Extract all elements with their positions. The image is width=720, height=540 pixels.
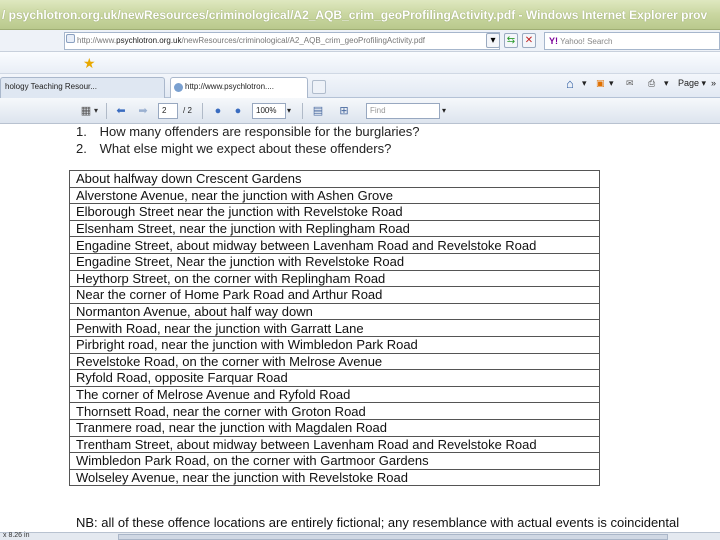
url-domain: psychlotron.org.uk — [116, 36, 182, 45]
location-cell: Alverstone Avenue, near the junction wit… — [69, 186, 600, 205]
zoom-select[interactable]: 100% — [252, 103, 286, 119]
home-icon[interactable]: ⌂ — [566, 76, 574, 91]
location-cell: Near the corner of Home Park Road and Ar… — [69, 286, 600, 304]
pdf-document: 1. How many offenders are responsible fo… — [0, 124, 720, 532]
table-row: The corner of Melrose Avenue and Ryfold … — [69, 385, 600, 404]
location-cell: Engadine Street, Near the junction with … — [69, 252, 600, 271]
table-row: Heythorp Street, on the corner with Repl… — [69, 269, 600, 288]
mail-icon[interactable]: ✉ — [626, 78, 634, 89]
window-title: / psychlotron.org.uk/newResources/crimin… — [2, 8, 708, 22]
table-row: Near the corner of Home Park Road and Ar… — [69, 286, 600, 304]
find-input[interactable]: Find — [366, 103, 440, 119]
total-pages: / 2 — [183, 106, 192, 115]
location-cell: Elborough Street near the junction with … — [69, 203, 600, 221]
location-cell: Normanton Avenue, about half way down — [69, 302, 600, 321]
zoom-dropdown-icon[interactable]: ▾ — [287, 103, 291, 119]
address-bar: http://www.psychlotron.org.uk/newResourc… — [0, 30, 720, 52]
location-cell: About halfway down Crescent Gardens — [69, 170, 600, 188]
toolbar-options-dropdown-icon[interactable]: ▾ — [92, 103, 100, 119]
fit-page-icon[interactable]: ⊞ — [336, 103, 352, 119]
table-row: Penwith Road, near the junction with Gar… — [69, 319, 600, 337]
yahoo-icon: Y! — [549, 36, 558, 46]
table-row: Pirbright road, near the junction with W… — [69, 335, 600, 354]
location-cell: Pirbright road, near the junction with W… — [69, 335, 600, 354]
page-menu-label: Page — [678, 78, 700, 88]
feeds-dropdown-icon[interactable]: ▾ — [609, 78, 614, 89]
table-row: Ryfold Road, opposite Farquar Road — [69, 369, 600, 387]
status-bar: x 8.26 in — [0, 532, 720, 540]
zoom-out-icon[interactable]: ● — [210, 103, 226, 119]
pdf-toolbar: ▦ ▾ ⬅ ➡ 2 / 2 ● ● 100% ▾ ▤ ⊞ Find ▾ — [0, 98, 720, 124]
location-cell: Heythorp Street, on the corner with Repl… — [69, 269, 600, 288]
location-cell: Elsenham Street, near the junction with … — [69, 219, 600, 238]
address-dropdown-button[interactable]: ▾ — [486, 33, 500, 48]
address-input[interactable]: http://www.psychlotron.org.uk/newResourc… — [64, 32, 500, 50]
window-title-bar: / psychlotron.org.uk/newResources/crimin… — [0, 0, 720, 30]
location-cell: Penwith Road, near the junction with Gar… — [69, 319, 600, 337]
table-row: Revelstoke Road, on the corner with Melr… — [69, 352, 600, 371]
question-text: How many offenders are responsible for t… — [99, 124, 420, 139]
table-row: Trentham Street, about midway between La… — [69, 435, 600, 454]
table-row: Engadine Street, Near the junction with … — [69, 252, 600, 271]
search-input[interactable]: Y! Yahoo! Search — [544, 32, 720, 50]
refresh-icon[interactable]: ⇆ — [504, 33, 518, 48]
zoom-in-icon[interactable]: ● — [230, 103, 246, 119]
home-dropdown-icon[interactable]: ▾ — [582, 78, 587, 89]
location-cell: The corner of Melrose Avenue and Ryfold … — [69, 385, 600, 404]
favorites-star-icon[interactable]: ★ — [83, 55, 96, 71]
print-dropdown-icon[interactable]: ▾ — [664, 78, 669, 89]
question-1: 1. How many offenders are responsible fo… — [76, 124, 420, 139]
previous-page-icon[interactable]: ⬅ — [112, 103, 130, 119]
question-number: 1. — [76, 124, 87, 139]
next-page-icon[interactable]: ➡ — [134, 103, 152, 119]
tab-label: http://www.psychlotron.... — [185, 82, 274, 91]
current-page-input[interactable]: 2 — [158, 103, 178, 119]
ie-page-icon — [174, 83, 183, 92]
page-menu[interactable]: Page ▾ — [678, 78, 706, 89]
print-icon[interactable]: ⎙ — [648, 78, 655, 89]
location-cell: Wolseley Avenue, near the junction with … — [69, 468, 600, 487]
more-commands-chevron[interactable]: » — [711, 78, 716, 88]
location-cell: Trentham Street, about midway between La… — [69, 435, 600, 454]
search-placeholder: Yahoo! Search — [560, 37, 613, 46]
question-text: What else might we expect about these of… — [99, 141, 392, 156]
save-icon[interactable]: ▤ — [310, 103, 326, 119]
locations-table: About halfway down Crescent Gardens Alver… — [69, 170, 600, 487]
table-row: Tranmere road, near the junction with Ma… — [69, 418, 600, 437]
location-cell: Ryfold Road, opposite Farquar Road — [69, 369, 600, 387]
feeds-icon[interactable]: ▣ — [596, 78, 605, 89]
new-tab-button[interactable] — [312, 80, 326, 94]
tab-label: hology Teaching Resour... — [5, 82, 97, 91]
url-prefix: http://www. — [77, 36, 117, 45]
table-row: Wimbledon Park Road, on the corner with … — [69, 452, 600, 470]
table-row: Alverstone Avenue, near the junction wit… — [69, 186, 600, 205]
favorites-bar: ★ — [0, 52, 720, 74]
table-row: Elsenham Street, near the junction with … — [69, 219, 600, 238]
page-icon — [66, 34, 75, 43]
location-cell: Thornsett Road, near the corner with Gro… — [69, 402, 600, 420]
table-row: Wolseley Avenue, near the junction with … — [69, 468, 600, 487]
question-2: 2. What else might we expect about these… — [76, 141, 391, 156]
tab-pdf-active[interactable]: http://www.psychlotron.... — [170, 77, 308, 98]
horizontal-scrollbar[interactable] — [118, 534, 668, 540]
question-number: 2. — [76, 141, 87, 156]
stop-icon[interactable]: ✕ — [522, 33, 536, 48]
table-row: Engadine Street, about midway between La… — [69, 236, 600, 254]
find-dropdown-icon[interactable]: ▾ — [442, 103, 446, 119]
page-size-readout: x 8.26 in — [3, 532, 30, 539]
fictional-note: NB: all of these offence locations are e… — [76, 515, 680, 530]
location-cell: Tranmere road, near the junction with Ma… — [69, 418, 600, 437]
location-cell: Revelstoke Road, on the corner with Melr… — [69, 352, 600, 371]
table-row: About halfway down Crescent Gardens — [69, 170, 600, 188]
table-row: Normanton Avenue, about half way down — [69, 302, 600, 321]
toolbar-options-icon[interactable]: ▦ — [80, 103, 92, 119]
location-cell: Engadine Street, about midway between La… — [69, 236, 600, 254]
tab-teaching-resources[interactable]: hology Teaching Resour... — [0, 77, 165, 98]
table-row: Thornsett Road, near the corner with Gro… — [69, 402, 600, 420]
table-row: Elborough Street near the junction with … — [69, 203, 600, 221]
location-cell: Wimbledon Park Road, on the corner with … — [69, 452, 600, 470]
url-path: /newResources/criminological/A2_AQB_crim… — [181, 36, 426, 45]
